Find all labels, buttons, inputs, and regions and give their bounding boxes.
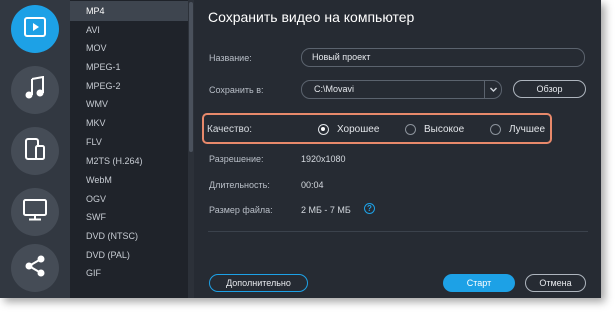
resolution-value: 1920x1080 xyxy=(301,154,346,164)
format-item-swf[interactable]: SWF xyxy=(70,207,188,227)
export-category-bar xyxy=(0,0,70,298)
music-note-icon xyxy=(24,75,46,105)
duration-label: Длительность: xyxy=(209,180,270,190)
quality-good-radio[interactable] xyxy=(318,124,329,135)
quality-good-label[interactable]: Хорошее xyxy=(337,124,379,135)
quality-group: Качество: Хорошее Высокое Лучшее xyxy=(202,113,552,144)
format-item-dvd-ntsc[interactable]: DVD (NTSC) xyxy=(70,226,188,246)
cancel-button[interactable]: Отмена xyxy=(525,274,586,292)
monitor-icon xyxy=(23,198,47,226)
export-window: MP4 AVI MOV MPEG-1 MPEG-2 WMV MKV FLV M2… xyxy=(0,0,601,298)
quality-label: Качество: xyxy=(207,124,253,135)
chevron-down-icon xyxy=(489,81,498,104)
video-file-icon xyxy=(24,16,46,42)
share-icon xyxy=(24,254,46,283)
format-item-mpeg1[interactable]: MPEG-1 xyxy=(70,57,188,77)
audio-category-button[interactable] xyxy=(11,66,59,114)
format-item-mp4[interactable]: MP4 xyxy=(70,1,188,21)
format-item-mkv[interactable]: MKV xyxy=(70,113,188,133)
start-button[interactable]: Старт xyxy=(443,274,515,292)
browse-button[interactable]: Обзор xyxy=(513,80,586,98)
quality-best-label[interactable]: Лучшее xyxy=(509,124,545,135)
divider xyxy=(208,231,588,232)
share-category-button[interactable] xyxy=(11,244,59,292)
format-item-webm[interactable]: WebM xyxy=(70,170,188,190)
name-field-value: Новый проект xyxy=(312,52,371,62)
name-label: Название: xyxy=(209,53,252,63)
export-settings-panel: Сохранить видео на компьютер Название: Н… xyxy=(194,0,601,298)
tv-category-button[interactable] xyxy=(11,188,59,236)
quality-high-label[interactable]: Высокое xyxy=(424,124,464,135)
format-item-gif[interactable]: GIF xyxy=(70,263,188,283)
format-list-scroll-thumb[interactable] xyxy=(189,2,193,152)
format-item-m2ts[interactable]: M2TS (H.264) xyxy=(70,151,188,171)
devices-category-button[interactable] xyxy=(11,127,59,175)
duration-value: 00:04 xyxy=(301,180,324,190)
filesize-value: 2 МБ - 7 МБ xyxy=(301,205,351,215)
save-to-label: Сохранить в: xyxy=(209,85,264,95)
format-item-mpeg2[interactable]: MPEG-2 xyxy=(70,76,188,96)
save-location-dropdown[interactable]: C:\Movavi xyxy=(301,80,502,99)
resolution-label: Разрешение: xyxy=(209,154,264,164)
page-title: Сохранить видео на компьютер xyxy=(208,9,415,25)
format-item-avi[interactable]: AVI xyxy=(70,20,188,40)
devices-icon xyxy=(24,137,46,166)
save-location-value: C:\Movavi xyxy=(314,84,355,94)
dropdown-divider xyxy=(484,81,485,98)
format-item-mov[interactable]: MOV xyxy=(70,38,188,58)
format-list: MP4 AVI MOV MPEG-1 MPEG-2 WMV MKV FLV M2… xyxy=(70,0,188,298)
quality-high-radio[interactable] xyxy=(405,124,416,135)
format-item-ogv[interactable]: OGV xyxy=(70,189,188,209)
help-icon[interactable]: ? xyxy=(364,203,375,214)
name-field[interactable]: Новый проект xyxy=(301,48,585,67)
filesize-label: Размер файла: xyxy=(209,205,273,215)
video-file-category-button[interactable] xyxy=(11,5,59,53)
format-item-flv[interactable]: FLV xyxy=(70,132,188,152)
quality-best-radio[interactable] xyxy=(490,124,501,135)
advanced-button[interactable]: Дополнительно xyxy=(209,274,308,292)
format-item-wmv[interactable]: WMV xyxy=(70,94,188,114)
format-item-dvd-pal[interactable]: DVD (PAL) xyxy=(70,245,188,265)
